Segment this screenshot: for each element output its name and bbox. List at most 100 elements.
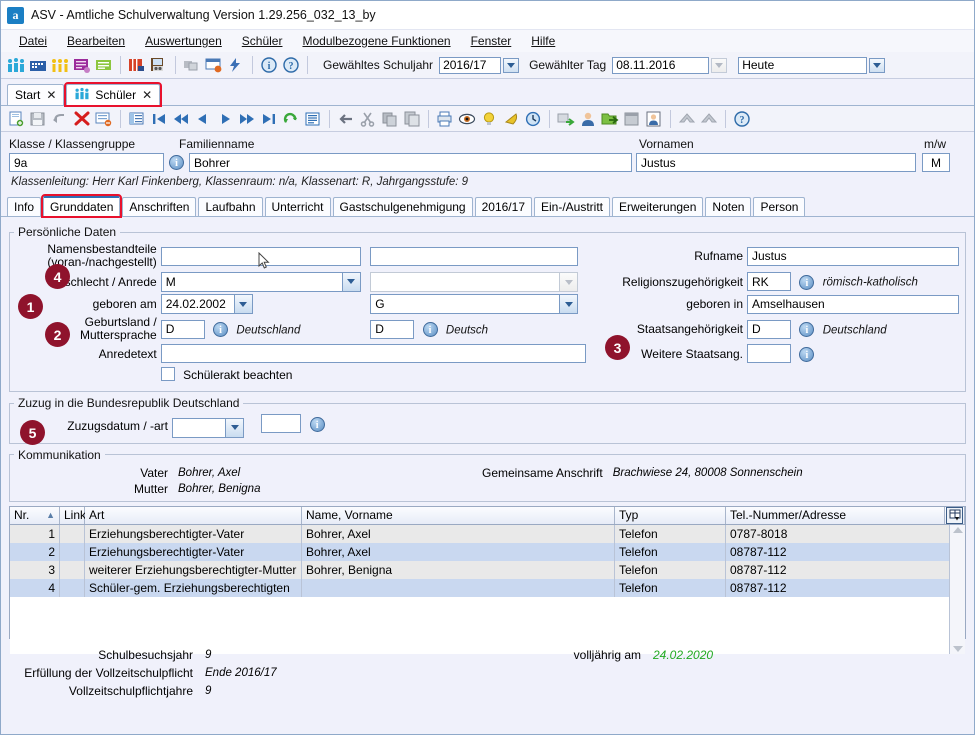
grid-col-link[interactable]: Link [60,506,86,524]
geboren-am-dropdown-button[interactable] [233,295,252,313]
first-record-icon[interactable] [150,111,168,127]
zuzugsdatum-dropdown-button[interactable] [225,418,243,437]
tab-unterricht[interactable]: Unterricht [264,197,331,216]
menu-auswertungen[interactable]: Auswertungen [135,32,232,50]
remove-entry-icon[interactable] [95,111,113,127]
save-icon[interactable] [29,111,47,127]
namensbestandteile-nach-input[interactable] [370,246,579,266]
menu-bearbeiten[interactable]: Bearbeiten [57,32,135,50]
list-view-icon[interactable] [128,111,146,127]
geburtsart-dropdown-button[interactable] [559,295,578,313]
staatsangehoerigkeit-code-input[interactable] [747,319,791,339]
menu-schueler[interactable]: Schüler [232,32,293,50]
geboren-am-date[interactable]: 24.02.2002 [160,294,253,314]
zuzugsart-input[interactable] [261,414,302,433]
copy-icon[interactable] [381,111,399,127]
table-row[interactable]: 2 Erziehungsberechtigter-Vater Bohrer, A… [10,542,949,561]
new-record-icon[interactable] [7,111,25,127]
rufname-input[interactable] [747,246,959,266]
grid-vertical-scrollbar[interactable] [949,524,965,654]
tab-anschriften[interactable]: Anschriften [122,197,197,216]
geburtsart-select[interactable]: G [370,294,579,314]
schuljahr-dropdown-button[interactable] [503,57,520,73]
grid-col-typ[interactable]: Typ [615,506,726,524]
bell-icon[interactable] [502,111,520,127]
paste-icon[interactable] [403,111,421,127]
geschlecht-dropdown-button[interactable] [341,272,360,291]
geschlecht-mw-input[interactable] [922,153,950,172]
tab-2016-17[interactable]: 2016/17 [474,197,532,216]
geschlecht-select[interactable]: M [160,271,361,292]
list-icon[interactable] [304,111,322,127]
person-icon[interactable] [579,111,597,127]
collapse-up2-icon[interactable] [700,111,718,127]
students-group-icon[interactable] [7,57,25,73]
school-building-icon[interactable] [29,57,47,73]
grid-col-tel[interactable]: Tel.-Nummer/Adresse [726,506,945,524]
menu-hilfe[interactable]: Hilfe [521,32,565,50]
preview-icon[interactable] [458,111,476,127]
undo-icon[interactable] [51,111,69,127]
scroll-down-icon[interactable] [952,645,963,652]
clock-icon[interactable] [524,111,542,127]
religion-info-icon[interactable]: i [799,274,815,290]
geburtsland-code-input[interactable] [160,319,205,339]
menu-datei[interactable]: Datei [9,32,57,50]
grid-col-art[interactable]: Art [85,506,302,524]
table-row[interactable]: 3 weiterer Erziehungsberechtigter-Mutter… [10,560,949,579]
staatsangehoerigkeit-info-icon[interactable]: i [799,322,815,337]
close-icon[interactable]: ✕ [142,88,152,102]
report-purple-icon[interactable] [73,57,91,73]
schuelerakt-checkbox[interactable] [160,367,175,381]
module-export-icon[interactable] [557,111,575,127]
next-record-icon[interactable] [216,111,234,127]
klasse-input[interactable] [9,153,164,172]
prev-record-icon[interactable] [194,111,212,127]
folder-export-icon[interactable] [601,111,619,127]
religion-code-input[interactable] [747,272,791,291]
back-icon[interactable] [337,111,355,127]
lightning-icon[interactable] [227,57,245,73]
tab-laufbahn[interactable]: Laufbahn [198,197,263,216]
report-green-icon[interactable] [95,57,113,73]
anredetext-input[interactable] [160,344,586,363]
last-record-icon[interactable] [260,111,278,127]
help2-icon[interactable]: ? [733,110,751,127]
tab-person[interactable]: Person [753,197,806,216]
cut-icon[interactable] [359,111,377,127]
doc-tab-start[interactable]: Start ✕ [7,84,65,105]
klasse-info-icon[interactable]: i [169,155,184,170]
close-icon[interactable]: ✕ [46,88,56,102]
table-row[interactable]: 4 Schüler-gem. Erziehungsberechtigten Te… [10,578,949,597]
tab-noten[interactable]: Noten [705,197,752,216]
info-icon[interactable]: i [260,57,278,73]
schuljahr-select[interactable]: 2016/17 [439,56,502,74]
muttersprache-code-input[interactable] [370,319,415,339]
tab-ein-austritt[interactable]: Ein-/Austritt [534,197,611,216]
tab-erweiterungen[interactable]: Erweiterungen [612,197,704,216]
grid-column-chooser-button[interactable] [945,506,965,524]
heute-dropdown-button[interactable] [869,57,886,73]
geburtsland-info-icon[interactable]: i [213,322,229,337]
prev-page-icon[interactable] [172,111,190,127]
tag-input[interactable]: 08.11.2016 [612,56,710,74]
doc-tab-schueler[interactable]: Schüler ✕ [64,82,163,107]
hint-icon[interactable] [480,111,498,127]
grid-col-name[interactable]: Name, Vorname [302,506,615,524]
geboren-in-input[interactable] [747,294,959,314]
zuzugsdatum-date[interactable] [172,417,244,438]
vornamen-input[interactable] [636,153,916,172]
grid-col-nr[interactable]: Nr. ▲ [10,506,60,524]
refresh-icon[interactable] [282,111,300,127]
menu-fenster[interactable]: Fenster [461,32,522,50]
window-icon[interactable] [623,111,641,127]
window-close-icon[interactable] [205,57,223,73]
table-row[interactable]: 1 Erziehungsberechtigter-Vater Bohrer, A… [10,524,949,543]
heute-select[interactable]: Heute [738,56,868,74]
scroll-up-icon[interactable] [952,526,963,533]
tab-grunddaten[interactable]: Grunddaten [41,194,123,218]
delete-icon[interactable] [73,111,91,127]
next-page-icon[interactable] [238,111,256,127]
muttersprache-info-icon[interactable]: i [422,322,438,337]
help-icon[interactable]: ? [282,57,300,73]
